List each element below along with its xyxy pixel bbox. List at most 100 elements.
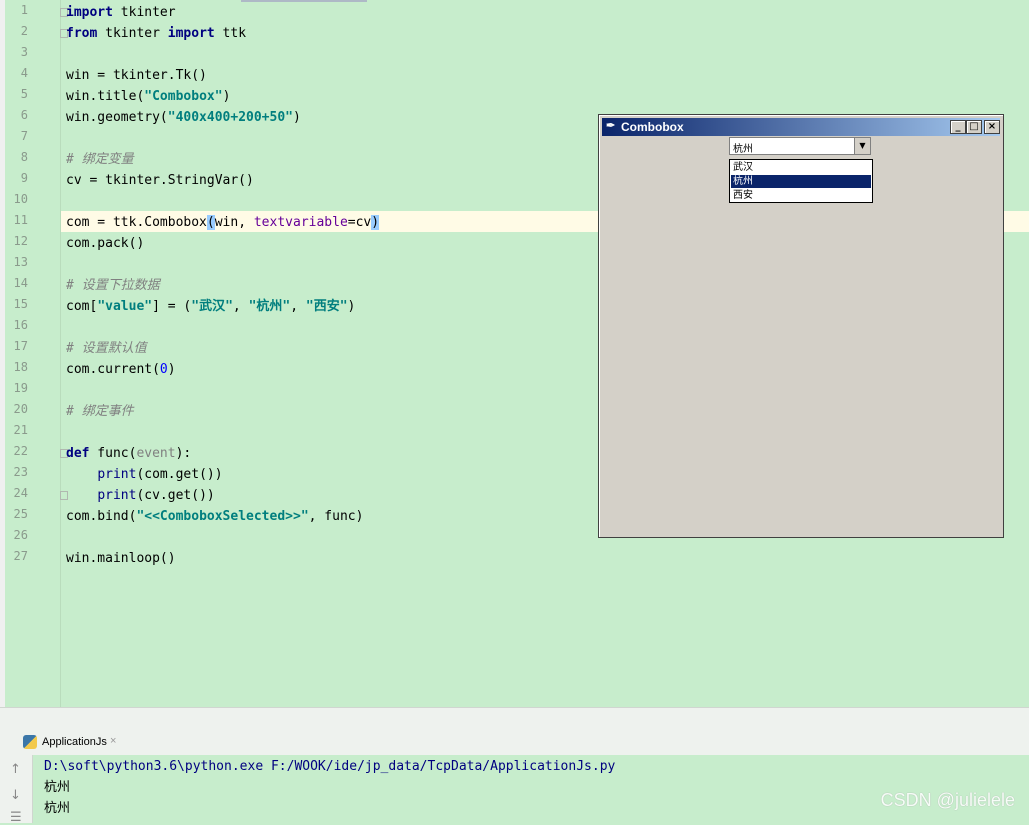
code-token: "Combobox" bbox=[144, 89, 223, 104]
code-token: "<<ComboboxSelected>>" bbox=[136, 509, 309, 524]
window-title: Combobox bbox=[621, 120, 684, 134]
code-token: ) bbox=[292, 110, 301, 125]
line-number: 24 bbox=[13, 486, 28, 500]
code-line[interactable]: win = tkinter.Tk() bbox=[66, 65, 207, 86]
code-line[interactable]: print(cv.get()) bbox=[66, 485, 215, 506]
combobox[interactable]: 杭州 ▼ bbox=[729, 137, 871, 155]
line-number: 16 bbox=[13, 318, 28, 332]
dropdown-option[interactable]: 西安 bbox=[731, 189, 871, 202]
code-token: "400x400+200+50" bbox=[167, 110, 293, 125]
chevron-down-icon[interactable]: ▼ bbox=[854, 138, 870, 154]
code-token: import bbox=[66, 5, 113, 20]
bracket-match: ( bbox=[206, 215, 215, 230]
minimize-button[interactable]: _ bbox=[950, 120, 966, 134]
code-token: com.bind( bbox=[66, 509, 137, 524]
run-console[interactable]: D:\soft\python3.6\python.exe F:/WOOK/ide… bbox=[33, 755, 1029, 823]
code-line[interactable]: win.title("Combobox") bbox=[66, 86, 230, 107]
console-output-line: 杭州 bbox=[44, 801, 71, 816]
code-line[interactable]: com.pack() bbox=[66, 233, 144, 254]
code-token: 0 bbox=[159, 362, 168, 377]
line-number: 1 bbox=[20, 3, 28, 17]
code-line[interactable]: com.current(0) bbox=[66, 359, 176, 380]
code-line[interactable]: import tkinter bbox=[66, 2, 176, 23]
code-line[interactable]: com["value"] = ("武汉", "杭州", "西安") bbox=[66, 296, 355, 317]
code-token: com[ bbox=[66, 299, 98, 314]
editor-tab-indicator bbox=[241, 0, 367, 2]
bracket-match: ) bbox=[371, 215, 380, 230]
line-number: 20 bbox=[13, 402, 28, 416]
line-number: 3 bbox=[20, 45, 28, 59]
code-line[interactable]: win.geometry("400x400+200+50") bbox=[66, 107, 301, 128]
code-token: "value" bbox=[97, 299, 153, 314]
code-token: , bbox=[290, 299, 306, 314]
line-number: 7 bbox=[20, 129, 28, 143]
code-comment[interactable]: # 设置默认值 bbox=[66, 338, 147, 359]
tk-window[interactable]: ✒ Combobox _ □ × 杭州 ▼ 武汉 杭州 西安 bbox=[598, 114, 1004, 538]
line-number: 23 bbox=[13, 465, 28, 479]
code-line[interactable]: com.bind("<<ComboboxSelected>>", func) bbox=[66, 506, 363, 527]
code-line-current[interactable]: com = ttk.Combobox(win, textvariable=cv) bbox=[66, 212, 380, 233]
combobox-dropdown-list[interactable]: 武汉 杭州 西安 bbox=[729, 159, 873, 203]
run-tab[interactable]: ApplicationJs × bbox=[18, 731, 126, 755]
line-number: 14 bbox=[13, 276, 28, 290]
watermark: CSDN @julielele bbox=[880, 790, 1015, 810]
code-token: ) bbox=[167, 362, 176, 377]
line-number: 4 bbox=[20, 66, 28, 80]
dropdown-option-selected[interactable]: 杭州 bbox=[731, 175, 871, 188]
run-tool-window-tabs: ApplicationJs × bbox=[0, 731, 1029, 756]
console-output-line: 杭州 bbox=[44, 780, 71, 795]
code-token: com.current( bbox=[66, 362, 160, 377]
tk-title-bar[interactable]: ✒ Combobox _ □ × bbox=[602, 118, 1000, 136]
code-line[interactable]: from tkinter import ttk bbox=[66, 23, 246, 44]
line-number-gutter: 1 2 3 4 5 6 7 8 9 10 11 12 13 14 15 16 1… bbox=[5, 0, 68, 707]
code-token: win, bbox=[214, 215, 254, 230]
console-command-line: D:\soft\python3.6\python.exe F:/WOOK/ide… bbox=[44, 759, 616, 774]
code-token: , func) bbox=[308, 509, 364, 524]
code-line[interactable]: print(com.get()) bbox=[66, 464, 222, 485]
line-number: 26 bbox=[13, 528, 28, 542]
code-line[interactable]: win.mainloop() bbox=[66, 548, 176, 569]
code-line[interactable]: def func(event): bbox=[66, 443, 191, 464]
code-token: "武汉" bbox=[191, 299, 233, 314]
code-token: ] = ( bbox=[152, 299, 192, 314]
code-comment[interactable]: # 绑定变量 bbox=[66, 149, 134, 170]
line-number: 12 bbox=[13, 234, 28, 248]
run-tab-label: ApplicationJs bbox=[42, 736, 107, 748]
code-token: (cv.get()) bbox=[136, 488, 215, 503]
code-token: =cv bbox=[347, 215, 372, 230]
code-token: "西安" bbox=[305, 299, 348, 314]
code-token: func( bbox=[89, 446, 137, 461]
line-number: 17 bbox=[13, 339, 28, 353]
close-icon[interactable]: × bbox=[110, 735, 116, 747]
combobox-value: 杭州 bbox=[733, 144, 753, 155]
code-line[interactable]: cv = tkinter.StringVar() bbox=[66, 170, 254, 191]
line-number: 6 bbox=[20, 108, 28, 122]
code-token: print bbox=[97, 467, 137, 482]
line-number: 19 bbox=[13, 381, 28, 395]
code-token: , bbox=[232, 299, 249, 314]
maximize-button[interactable]: □ bbox=[966, 120, 982, 134]
line-number: 27 bbox=[13, 549, 28, 563]
code-token: win.title( bbox=[66, 89, 145, 104]
line-number: 11 bbox=[13, 213, 28, 227]
code-token: com = ttk.Combobox bbox=[66, 215, 207, 230]
line-number: 22 bbox=[13, 444, 28, 458]
dropdown-option[interactable]: 武汉 bbox=[731, 161, 871, 174]
line-number: 15 bbox=[13, 297, 28, 311]
code-token: ): bbox=[175, 446, 192, 461]
arrow-up-icon[interactable]: ↑ bbox=[10, 762, 21, 777]
code-token: def bbox=[66, 446, 90, 461]
code-token: from bbox=[66, 26, 98, 41]
code-comment[interactable]: # 绑定事件 bbox=[66, 401, 134, 422]
line-number: 2 bbox=[20, 24, 28, 38]
feather-icon: ✒ bbox=[606, 120, 616, 132]
arrow-down-icon[interactable]: ↓ bbox=[10, 788, 21, 803]
code-token: print bbox=[97, 488, 137, 503]
code-token: win.geometry( bbox=[66, 110, 168, 125]
code-comment[interactable]: # 设置下拉数据 bbox=[66, 275, 160, 296]
close-button[interactable]: × bbox=[984, 120, 1000, 134]
run-side-toolbar: ↑ ↓ ☰ bbox=[0, 755, 33, 825]
python-icon bbox=[23, 735, 37, 749]
